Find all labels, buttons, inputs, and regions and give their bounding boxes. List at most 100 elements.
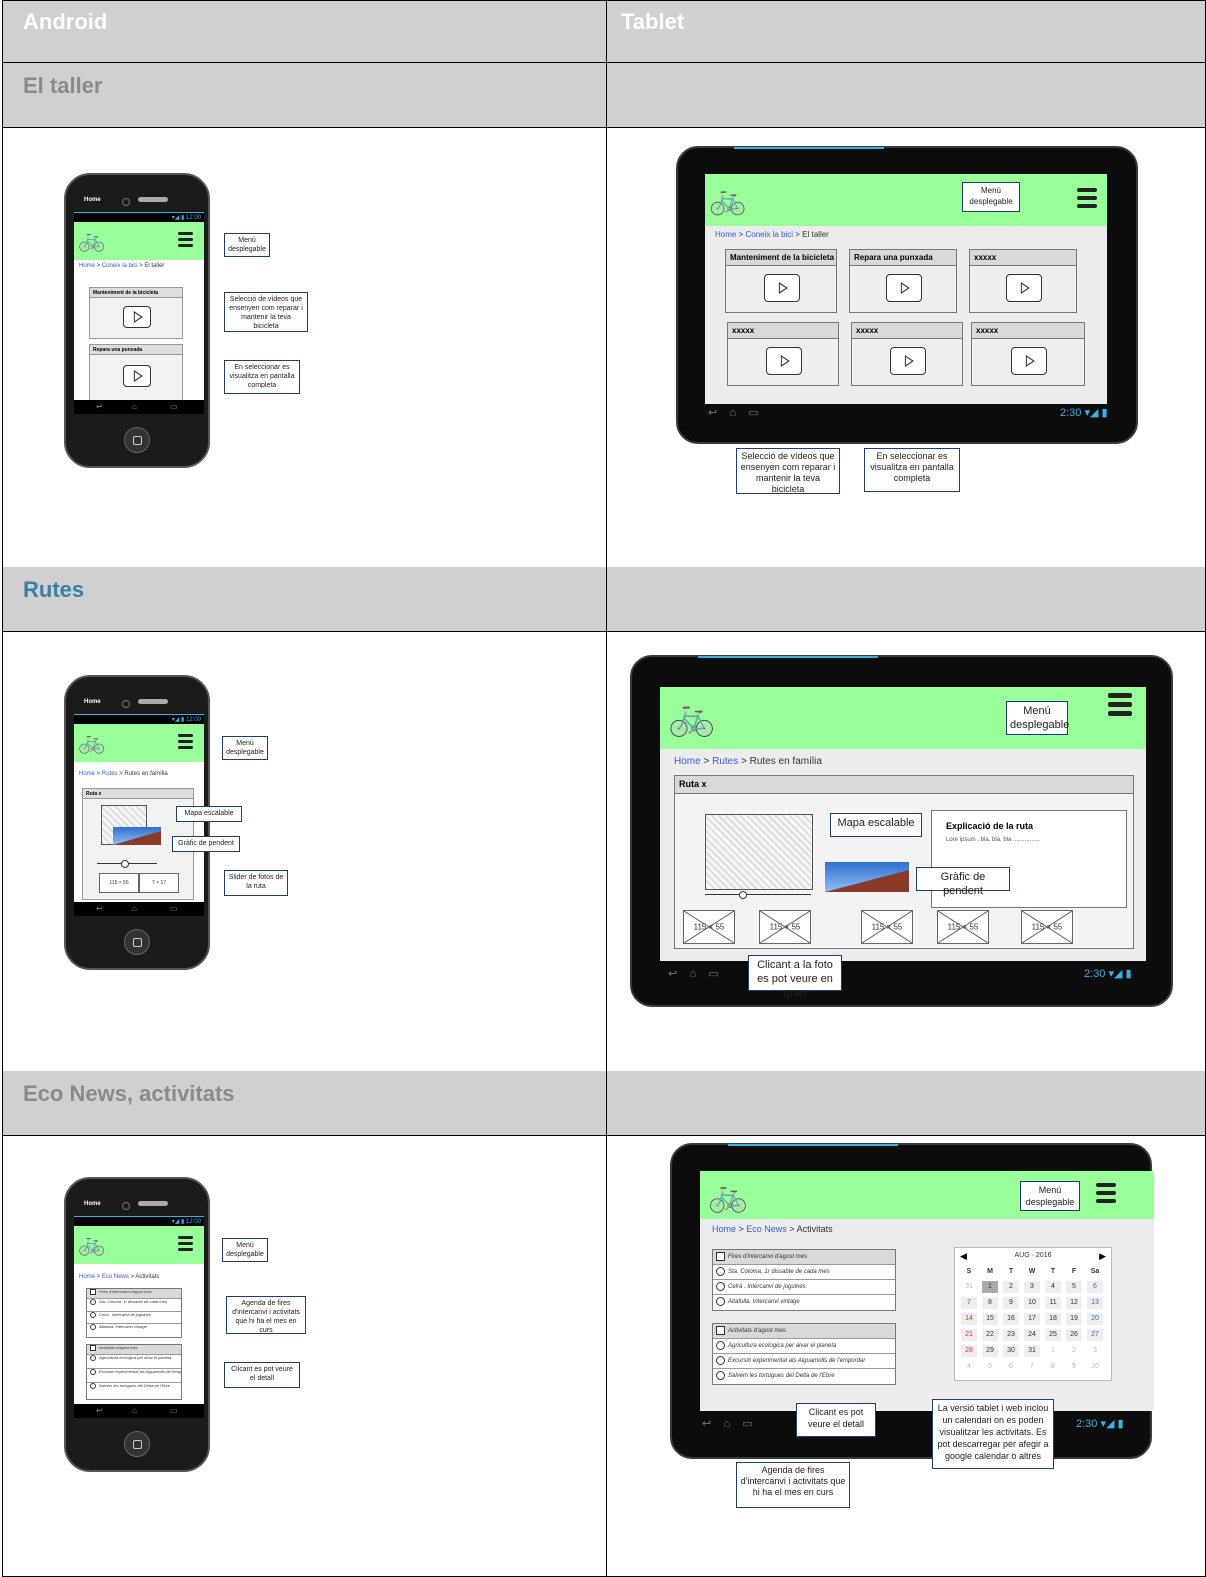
play-icon[interactable] [890,347,926,375]
list-item[interactable]: Salvem les tortugues del Delta de l'Ebre [87,1383,181,1398]
calendar-day[interactable]: 12 [1066,1297,1082,1309]
calendar-day[interactable]: 22 [982,1329,998,1341]
breadcrumb-rutes[interactable]: Rutes [102,771,118,777]
hamburger-menu-icon[interactable] [1077,188,1097,208]
calendar-day[interactable]: 10 [1087,1361,1103,1373]
list-item[interactable]: Celrà . Intercanvi de joguines [713,1280,895,1295]
play-icon[interactable] [1006,274,1042,302]
phone-home-button[interactable] [124,929,150,955]
calendar-day[interactable]: 1 [1045,1345,1061,1357]
breadcrumb-home[interactable]: Home [79,263,95,269]
photo-thumb[interactable]: 115 × 55 [99,873,139,893]
list-item[interactable]: Sta. Coloma. 1r dissabte de cada mes [713,1265,895,1280]
back-icon[interactable]: ↩ [96,402,103,411]
calendar-day[interactable]: 8 [982,1297,998,1309]
calendar-day[interactable]: 24 [1024,1329,1040,1341]
calendar-day[interactable]: 5 [1066,1281,1082,1293]
photo-thumb[interactable]: 115 × 55 [1021,910,1073,944]
calendar-day[interactable]: 14 [961,1313,977,1325]
calendar-day[interactable]: 7 [1024,1361,1040,1373]
calendar-day[interactable]: 4 [1045,1281,1061,1293]
list-item[interactable]: Agricultura ecologica per alvar el plane… [87,1355,181,1369]
calendar-day[interactable]: 3 [1024,1281,1040,1293]
video-card[interactable]: xxxxx [727,322,839,386]
recents-icon[interactable]: ▭ [170,904,178,913]
calendar-day[interactable]: 18 [1045,1313,1061,1325]
photo-thumb[interactable]: 115 × 55 [861,910,913,944]
calendar-day[interactable]: 31 [961,1281,977,1293]
calendar-day[interactable]: 1 [982,1281,998,1293]
breadcrumb-home[interactable]: Home [674,756,701,767]
calendar-day[interactable]: 9 [1066,1361,1082,1373]
video-card[interactable]: Manteniment de la bicicleta [89,287,183,339]
calendar-day[interactable]: 27 [1087,1329,1103,1341]
calendar-day[interactable]: 26 [1066,1329,1082,1341]
calendar-day[interactable]: 10 [1024,1297,1040,1309]
calendar-day[interactable]: 29 [982,1345,998,1357]
photo-thumb[interactable]: 7 × 17 [139,873,179,893]
photo-thumb[interactable]: 115 × 55 [937,910,989,944]
calendar-day[interactable]: 8 [1045,1361,1061,1373]
video-card[interactable]: xxxxx [851,322,963,386]
list-item[interactable]: Salvem les tortugues del Delta de l'Ebre [713,1369,895,1383]
calendar-day[interactable]: 17 [1024,1313,1040,1325]
play-icon[interactable] [123,365,151,387]
list-item[interactable]: Altafulla. Intercanvi vintage [713,1295,895,1309]
breadcrumb-news[interactable]: Eco News [102,1274,129,1280]
photo-thumb[interactable]: 115 × 55 [683,910,735,944]
back-icon[interactable]: ↩ [96,1406,103,1415]
calendar-day[interactable]: 16 [1003,1313,1019,1325]
calendar-day[interactable]: 6 [1003,1361,1019,1373]
photo-slider[interactable] [705,891,811,899]
calendar-day[interactable]: 21 [961,1329,977,1341]
calendar-day[interactable]: 23 [1003,1329,1019,1341]
photo-slider[interactable] [97,860,157,868]
play-icon[interactable] [766,347,802,375]
breadcrumb-bici[interactable]: Coneix la bici [102,263,138,269]
play-icon[interactable] [123,306,151,328]
video-card[interactable]: Repara una punxada [89,344,183,400]
video-card[interactable]: Manteniment de la bicicleta [725,249,837,313]
calendar-day[interactable]: 25 [1045,1329,1061,1341]
video-card[interactable]: Repara una punxada [849,249,957,313]
hamburger-menu-icon[interactable] [1108,693,1132,716]
video-card[interactable]: xxxxx [971,322,1085,386]
hamburger-menu-icon[interactable] [178,1236,193,1251]
calendar-day[interactable]: 13 [1087,1297,1103,1309]
calendar-day[interactable]: 2 [1066,1345,1082,1357]
list-item[interactable]: Excursió experimental als Aiguamolls de … [713,1354,895,1369]
calendar-day[interactable]: 15 [982,1313,998,1325]
calendar-day[interactable]: 7 [961,1297,977,1309]
calendar-day[interactable]: 30 [1003,1345,1019,1357]
play-icon[interactable] [764,274,800,302]
photo-thumb[interactable]: 115 × 55 [759,910,811,944]
list-item[interactable]: Agricultura ecologica per alvar el plane… [713,1339,895,1354]
home-nav-icon[interactable]: ⌂ [132,904,137,913]
phone-home-button[interactable] [124,427,150,453]
back-icon[interactable]: ↩ [96,904,103,913]
calendar-day[interactable]: 20 [1087,1313,1103,1325]
breadcrumb-home[interactable]: Home [79,1274,95,1280]
breadcrumb-rutes[interactable]: Rutes [712,756,738,767]
list-item[interactable]: Altafulla. Intercanvi vintage [87,1324,181,1336]
recents-icon[interactable]: ▭ [170,1406,178,1415]
play-icon[interactable] [1011,347,1047,375]
calendar-day[interactable]: 5 [982,1361,998,1373]
breadcrumb-home[interactable]: Home [79,771,95,777]
play-icon[interactable] [886,274,922,302]
list-item[interactable]: Sta. Coloma. 1r dissabte de cada mes [87,1299,181,1312]
breadcrumb-news[interactable]: Eco News [746,1224,787,1234]
calendar-day[interactable]: 28 [961,1345,977,1357]
list-item[interactable]: Excursió experimental als Aiguamolls de … [87,1369,181,1383]
recents-icon[interactable]: ▭ [170,402,178,411]
video-card[interactable]: xxxxx [969,249,1077,313]
calendar-day[interactable]: 31 [1024,1345,1040,1357]
phone-home-button[interactable] [124,1431,150,1457]
calendar-day[interactable]: 6 [1087,1281,1103,1293]
hamburger-menu-icon[interactable] [1096,1183,1116,1203]
home-nav-icon[interactable]: ⌂ [132,1406,137,1415]
route-map[interactable] [705,814,813,890]
calendar-day[interactable]: 19 [1066,1313,1082,1325]
calendar-day[interactable]: 3 [1087,1345,1103,1357]
calendar-day[interactable]: 4 [961,1361,977,1373]
